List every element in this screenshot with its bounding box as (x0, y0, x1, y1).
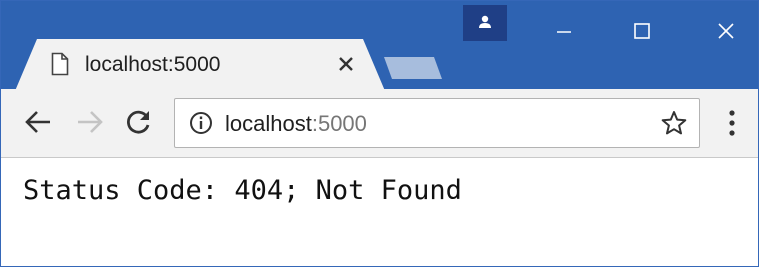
close-icon (718, 23, 734, 39)
arrow-right-icon (78, 111, 103, 133)
reload-icon (127, 110, 150, 134)
status-message: Status Code: 404; Not Found (23, 175, 462, 206)
tab-localhost[interactable]: localhost:5000 (15, 39, 385, 91)
address-bar[interactable]: localhost:5000 (174, 98, 700, 148)
document-icon (51, 52, 69, 76)
maximize-button[interactable] (611, 1, 673, 61)
close-tab-icon (339, 57, 353, 71)
person-icon (479, 15, 491, 28)
more-vertical-icon (729, 110, 735, 136)
maximize-icon (634, 23, 650, 39)
url-port: :5000 (311, 111, 367, 136)
page-content: Status Code: 404; Not Found (1, 158, 758, 266)
profile-button[interactable] (463, 5, 507, 41)
arrow-left-icon (25, 111, 50, 133)
back-button[interactable] (23, 107, 53, 137)
reload-button[interactable] (124, 107, 154, 137)
forward-button[interactable] (75, 107, 105, 137)
new-tab-button[interactable] (384, 57, 442, 79)
info-icon[interactable] (189, 111, 213, 135)
browser-toolbar: localhost:5000 (1, 89, 758, 158)
minimize-button[interactable] (533, 1, 595, 61)
url-host: localhost (225, 111, 312, 136)
close-window-button[interactable] (695, 1, 757, 61)
tab-title: localhost:5000 (85, 53, 221, 76)
minimize-icon (557, 31, 571, 33)
tab-close-button[interactable] (335, 53, 357, 75)
menu-button[interactable] (724, 109, 740, 137)
star-icon[interactable] (661, 110, 687, 136)
url-text: localhost:5000 (225, 111, 367, 137)
title-bar: localhost:5000 (1, 1, 758, 91)
browser-window: localhost:5000 localhost:5000 Status Cod… (0, 0, 759, 267)
